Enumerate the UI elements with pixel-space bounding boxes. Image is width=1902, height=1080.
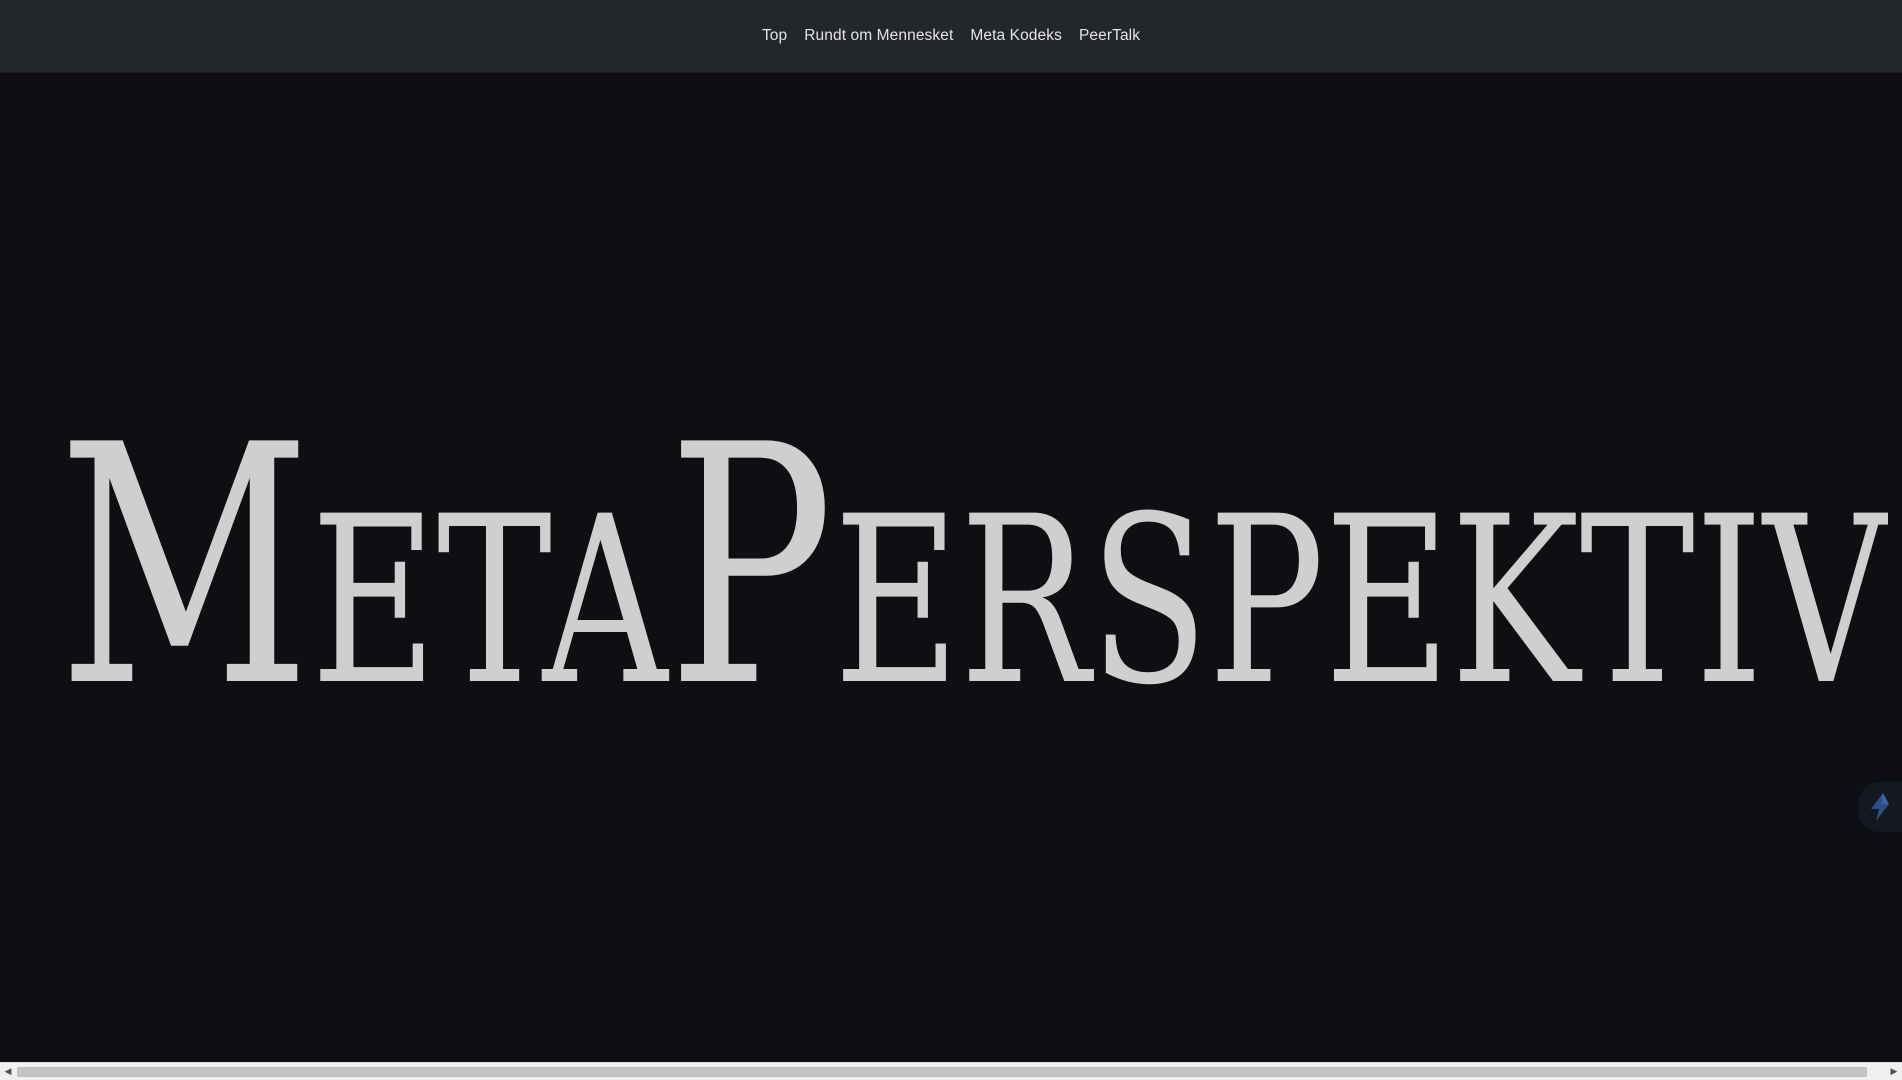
page: Top Rundt om Mennesket Meta Kodeks PeerT… — [0, 0, 1902, 1080]
lightning-bolt-icon — [1871, 793, 1889, 821]
horizontal-scrollbar[interactable]: ◀ ▶ — [0, 1062, 1902, 1080]
floating-widget-button[interactable] — [1858, 782, 1902, 832]
top-navbar: Top Rundt om Mennesket Meta Kodeks PeerT… — [0, 0, 1902, 73]
hero-title: MetaPerspektiv — [58, 353, 1888, 713]
nav-link-rundt-om-mennesket[interactable]: Rundt om Mennesket — [804, 23, 953, 49]
hero-title-text: MetaPerspektiv — [58, 375, 1888, 713]
scroll-right-arrow-icon[interactable]: ▶ — [1886, 1063, 1902, 1080]
nav-link-top[interactable]: Top — [762, 23, 787, 49]
nav-link-peertalk[interactable]: PeerTalk — [1079, 23, 1140, 49]
nav-link-meta-kodeks[interactable]: Meta Kodeks — [970, 23, 1062, 49]
scrollbar-thumb[interactable] — [17, 1067, 1867, 1077]
hero-title-svg: MetaPerspektiv — [58, 375, 1888, 713]
scroll-left-arrow-icon[interactable]: ◀ — [0, 1063, 16, 1080]
